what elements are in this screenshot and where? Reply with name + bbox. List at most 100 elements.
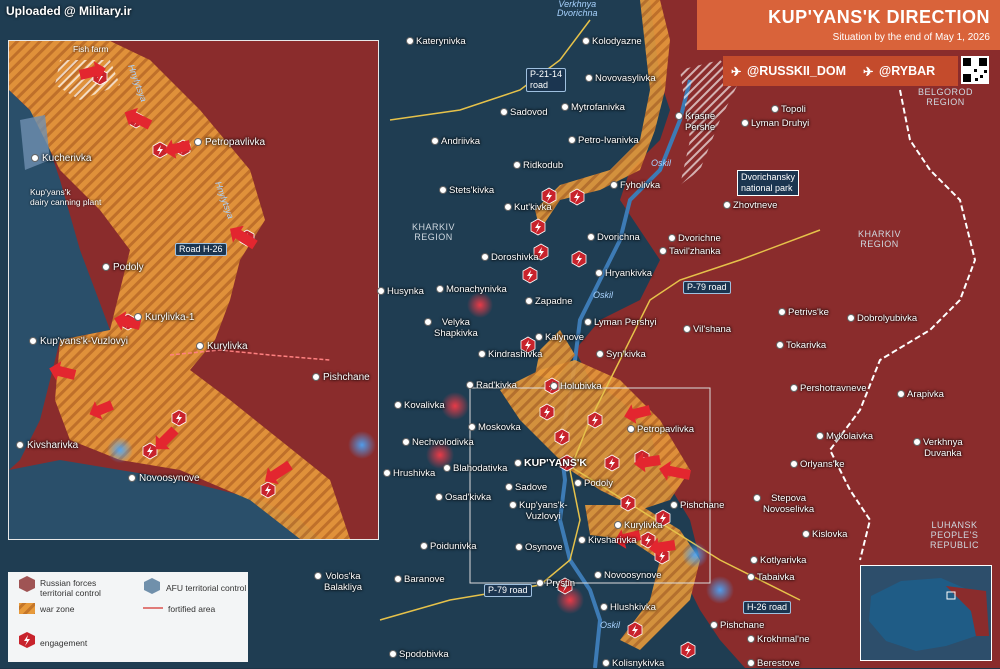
settlement-marker: [194, 138, 202, 146]
place-label: Fyholivka: [620, 180, 661, 191]
settlement-marker: [897, 390, 905, 398]
settlement-marker: [402, 438, 410, 446]
settlement-marker: [536, 579, 544, 587]
settlement-marker: [602, 659, 610, 667]
engagement-icon: [587, 411, 603, 429]
settlement-marker: [535, 333, 543, 341]
place-label: Kislovka: [812, 529, 848, 540]
place-label: Holubivka: [560, 381, 602, 392]
inset-place-label: Petropavlivka: [205, 137, 266, 148]
settlement-marker: [196, 342, 204, 350]
place-label: Novoosynove: [604, 570, 662, 581]
settlement-marker: [600, 603, 608, 611]
engagement-icon: [620, 494, 636, 512]
river-label: Verkhnya Dvorichna: [557, 0, 598, 18]
settlement-marker: [128, 474, 136, 482]
title-banner: KUP'YANS'K DIRECTION Situation by the en…: [697, 0, 1000, 50]
upload-watermark: Uploaded @ Military.ir: [6, 4, 132, 18]
handle-rybar[interactable]: @RYBAR: [879, 64, 935, 78]
legend-russian: Russian forces territorial control: [40, 578, 101, 598]
settlement-marker: [16, 441, 24, 449]
settlement-marker: [753, 494, 761, 502]
place-label: Doroshivka: [491, 252, 539, 263]
place-label: Krasne Pershe: [685, 111, 716, 133]
engagement-icon: [571, 250, 587, 268]
region-label: BELGOROD REGION: [918, 87, 974, 107]
settlement-marker: [668, 234, 676, 242]
settlement-marker: [481, 253, 489, 261]
place-label: Arapivka: [907, 389, 944, 400]
place-label: Kup'yans'k- Vuzlovyi: [519, 500, 568, 522]
inset-place-label: Kucherivka: [42, 153, 92, 164]
place-label: Tavil'zhanka: [669, 246, 721, 257]
place-label: Spodobivka: [399, 649, 449, 660]
legend-afu: AFU territorial control: [166, 583, 247, 593]
settlement-marker: [670, 501, 678, 509]
road-tag: H-26 road: [743, 601, 792, 614]
place-label: Volos'ka Balakliya: [324, 571, 363, 593]
map-title: KUP'YANS'K DIRECTION: [768, 7, 990, 27]
settlement-marker: [377, 287, 385, 295]
settlement-marker: [504, 203, 512, 211]
settlement-marker: [561, 103, 569, 111]
engagement-icon: [539, 403, 555, 421]
telegram-icon: ✈: [863, 65, 874, 79]
place-label: Ridkodub: [523, 160, 564, 171]
settlement-marker: [578, 536, 586, 544]
place-label: Stets'kivka: [449, 185, 495, 196]
place-label: Nechvolodivka: [412, 437, 474, 448]
region-label: KHARKIV REGION: [412, 222, 456, 242]
settlement-marker: [435, 493, 443, 501]
place-label: KUP'YANS'K: [524, 457, 587, 469]
settlement-marker: [514, 459, 522, 467]
place-label: Vil'shana: [693, 324, 732, 335]
place-label: Poidunivka: [430, 541, 477, 552]
engagement-icon: [554, 428, 570, 446]
settlement-marker: [31, 154, 39, 162]
handle-russkii-dom[interactable]: @RUSSKII_DOM: [747, 64, 846, 78]
settlement-marker: [505, 483, 513, 491]
place-label: Tabaivka: [757, 572, 795, 583]
place-label: Petrivs'ke: [788, 307, 829, 318]
place-label: Osynove: [525, 542, 563, 553]
settlement-marker: [790, 384, 798, 392]
settlement-marker: [778, 308, 786, 316]
place-label: Kotlyarivka: [760, 555, 807, 566]
place-label: Lyman Pershyi: [594, 317, 657, 328]
qr-code-icon[interactable]: [961, 56, 989, 84]
place-label: Osad'kivka: [445, 492, 492, 503]
settlement-marker: [747, 573, 755, 581]
settlement-marker: [750, 556, 758, 564]
settlement-marker: [420, 542, 428, 550]
road-tag: P-79 road: [683, 281, 731, 294]
river-label: Oskil: [651, 158, 671, 168]
settlement-marker: [312, 373, 320, 381]
telegram-icon: ✈: [731, 65, 742, 79]
road-tag: Road H-26: [175, 243, 227, 256]
settlement-marker: [424, 318, 432, 326]
place-label: Dvorichna: [597, 232, 640, 243]
settlement-marker: [29, 337, 37, 345]
place-label: Sadove: [515, 482, 548, 493]
settlement-marker: [710, 621, 718, 629]
settlement-marker: [675, 112, 683, 120]
settlement-marker: [466, 381, 474, 389]
settlement-marker: [802, 530, 810, 538]
inset-place-label: Kivsharivka: [27, 440, 79, 451]
settlement-marker: [747, 635, 755, 643]
road-tag: P-79 road: [484, 584, 532, 597]
place-label: Petropavlivka: [637, 424, 695, 435]
river-label: Oskil: [600, 620, 620, 630]
settlement-marker: [747, 659, 755, 667]
place-label: Kindrashivka: [488, 349, 543, 360]
settlement-marker: [741, 119, 749, 127]
settlement-marker: [500, 108, 508, 116]
place-label: Berestove: [757, 658, 800, 669]
place-label: Rad'kivka: [476, 380, 517, 391]
place-label: Hrushivka: [393, 468, 436, 479]
settlement-marker: [771, 105, 779, 113]
settlement-marker: [394, 575, 402, 583]
settlement-marker: [614, 521, 622, 529]
engagement-icon: [627, 621, 643, 639]
inset-place-label: Pishchane: [323, 372, 370, 383]
